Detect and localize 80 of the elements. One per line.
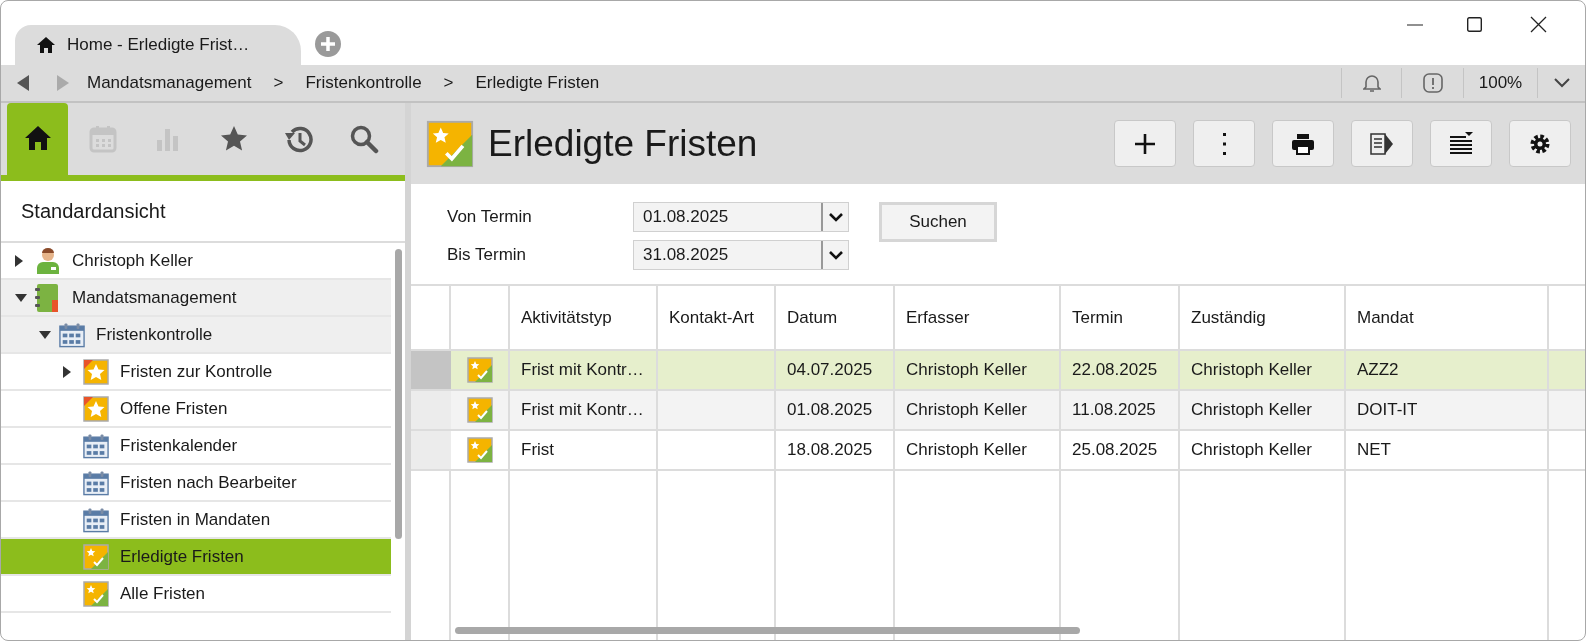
more-icon <box>1222 132 1226 155</box>
toolbar-button[interactable] <box>1114 120 1176 167</box>
table-cell: 11.08.2025 <box>1061 391 1180 431</box>
tree-item[interactable]: Fristenkontrolle <box>1 317 391 354</box>
printer-icon <box>1291 131 1315 156</box>
field-label: Von Termin <box>447 206 533 229</box>
add-tab-icon[interactable] <box>315 31 341 57</box>
toolbar-button[interactable] <box>1351 120 1413 167</box>
table-cell <box>1549 351 1585 391</box>
done-note-icon <box>466 357 493 383</box>
calendar-icon <box>83 506 109 533</box>
calendar-icon <box>83 469 109 496</box>
chevron-down-icon <box>828 212 843 222</box>
search-icon <box>349 124 380 154</box>
done-note-icon <box>466 437 493 463</box>
done-note-icon <box>83 543 109 570</box>
table-cell: Christoph Keller <box>1180 391 1346 431</box>
field-label: Bis Termin <box>447 244 528 267</box>
close-icon[interactable] <box>1530 16 1547 33</box>
calendar-icon <box>83 432 109 459</box>
chevron-down-icon[interactable] <box>1553 78 1570 88</box>
table-cell: 22.08.2025 <box>1061 351 1180 391</box>
table-cell: Christoph Keller <box>1180 351 1346 391</box>
table-cell: Frist mit Kontr… <box>510 391 658 431</box>
table-cell: 04.07.2025 <box>776 351 895 391</box>
plus-icon <box>1133 131 1157 156</box>
toolbar-button[interactable] <box>1272 120 1334 167</box>
binder-icon <box>35 282 59 313</box>
toolbar-button[interactable] <box>1509 120 1571 167</box>
alert-icon[interactable] <box>1422 73 1443 93</box>
scrollbar[interactable] <box>455 627 1080 634</box>
breadcrumb-link[interactable]: Mandatsmanagement <box>87 70 252 96</box>
sidebar-tab[interactable] <box>7 103 69 175</box>
toolbar-button[interactable] <box>1430 120 1492 167</box>
breadcrumb-separator: > <box>273 72 284 95</box>
view-title: Standardansicht <box>21 199 166 224</box>
browser-tab[interactable]: Home - Erledigte Frist… <box>15 25 301 65</box>
table-cell: 01.08.2025 <box>776 391 895 431</box>
collapse-arrow-icon[interactable] <box>39 330 51 339</box>
tree-item[interactable]: Mandatsmanagement <box>1 280 391 317</box>
history-icon <box>283 124 314 154</box>
bell-icon[interactable] <box>1362 73 1381 93</box>
breadcrumb-link[interactable]: Fristenkontrolle <box>305 70 422 96</box>
done-note-icon <box>83 580 109 607</box>
table-cell: Christoph Keller <box>895 351 1061 391</box>
breadcrumb-separator: > <box>443 72 454 95</box>
table-cell: Christoph Keller <box>895 431 1061 471</box>
page-title: Erledigte Fristen <box>488 121 759 166</box>
done-note-icon <box>466 397 493 423</box>
calendar-icon <box>88 124 118 154</box>
zoom-level: 100% <box>1478 72 1523 95</box>
table-cell: DOIT-IT <box>1346 391 1549 431</box>
collapse-arrow-icon[interactable] <box>15 293 27 302</box>
home-icon <box>37 37 55 53</box>
table-cell: AZZ2 <box>1346 351 1549 391</box>
date-dropdown[interactable]: 31.08.2025 <box>633 240 849 270</box>
table-cell: NET <box>1346 431 1549 471</box>
breadcrumb-link[interactable]: Erledigte Fristen <box>475 70 600 96</box>
person-icon <box>35 246 61 275</box>
back-icon[interactable] <box>17 75 29 91</box>
list-menu-icon <box>1449 131 1473 156</box>
expand-arrow-icon[interactable] <box>63 365 71 378</box>
maximize-icon[interactable] <box>1467 17 1482 32</box>
table-cell: Frist mit Kontr… <box>510 351 658 391</box>
star-note-icon <box>83 358 109 385</box>
table-cell: 25.08.2025 <box>1061 431 1180 471</box>
table-cell: Christoph Keller <box>895 391 1061 431</box>
table-cell: Christoph Keller <box>1180 431 1346 471</box>
date-dropdown[interactable]: 01.08.2025 <box>633 202 849 232</box>
calendar-icon <box>59 321 85 348</box>
done-note-icon <box>426 119 474 168</box>
chevron-down-icon <box>828 250 843 260</box>
search-button[interactable]: Suchen <box>879 202 997 242</box>
scrollbar[interactable] <box>394 249 402 539</box>
table-cell: 18.08.2025 <box>776 431 895 471</box>
expand-arrow-icon[interactable] <box>15 254 23 267</box>
star-note-icon <box>83 395 109 422</box>
table-cell: Frist <box>510 431 658 471</box>
tree-item[interactable]: Erledigte Fristen <box>1 539 391 576</box>
panel-arrow-icon <box>1370 131 1394 156</box>
